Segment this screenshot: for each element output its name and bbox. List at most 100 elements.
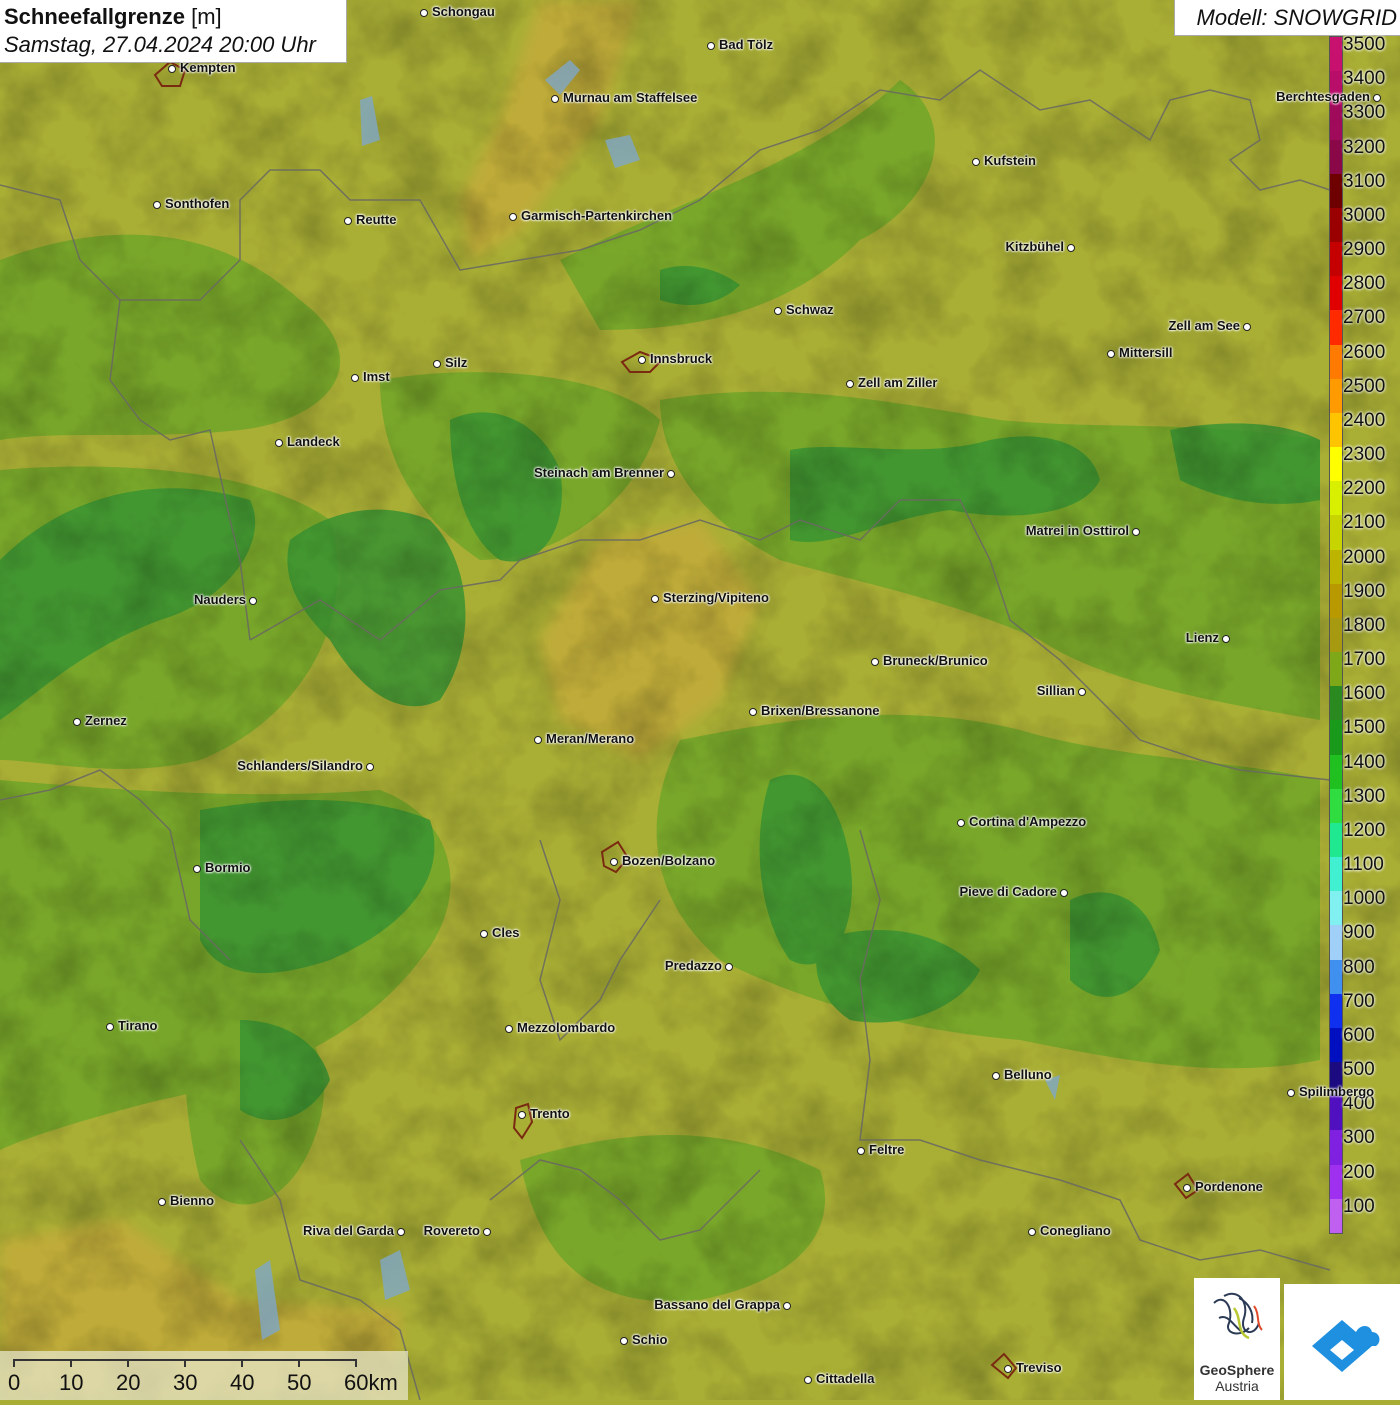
city-label[interactable]: Belluno — [1004, 1067, 1052, 1082]
city-label[interactable]: Mezzolombardo — [517, 1020, 615, 1035]
city-marker-icon[interactable] — [992, 1072, 1000, 1080]
city-label[interactable]: Zernez — [85, 713, 127, 728]
city-marker-icon[interactable] — [651, 595, 659, 603]
city-label[interactable]: Bozen/Bolzano — [622, 853, 715, 868]
city-label[interactable]: Berchtesgaden — [1276, 89, 1370, 104]
city-label[interactable]: Sonthofen — [165, 196, 229, 211]
city-marker-icon[interactable] — [804, 1376, 812, 1384]
city-label[interactable]: Cittadella — [816, 1371, 875, 1386]
city-marker-icon[interactable] — [707, 42, 715, 50]
city-marker-icon[interactable] — [73, 718, 81, 726]
city-label[interactable]: Brixen/Bressanone — [761, 703, 880, 718]
city-marker-icon[interactable] — [957, 819, 965, 827]
city-marker-icon[interactable] — [1222, 635, 1230, 643]
city-marker-icon[interactable] — [871, 658, 879, 666]
city-label[interactable]: Spilimbergo — [1299, 1084, 1374, 1099]
city-label[interactable]: Feltre — [869, 1142, 904, 1157]
city-label[interactable]: Bad Tölz — [719, 37, 773, 52]
city-marker-icon[interactable] — [366, 763, 374, 771]
city-label[interactable]: Matrei in Osttirol — [1026, 523, 1129, 538]
city-label[interactable]: Nauders — [194, 592, 246, 607]
city-marker-icon[interactable] — [749, 708, 757, 716]
city-marker-icon[interactable] — [153, 201, 161, 209]
city-label[interactable]: Cles — [492, 925, 519, 940]
city-marker-icon[interactable] — [344, 217, 352, 225]
city-label[interactable]: Bienno — [170, 1193, 214, 1208]
city-label[interactable]: Zell am Ziller — [858, 375, 937, 390]
city-label[interactable]: Bassano del Grappa — [654, 1297, 780, 1312]
city-marker-icon[interactable] — [1373, 94, 1381, 102]
city-label[interactable]: Schio — [632, 1332, 667, 1347]
city-marker-icon[interactable] — [774, 307, 782, 315]
city-marker-icon[interactable] — [610, 858, 618, 866]
city-label[interactable]: Schlanders/Silandro — [237, 758, 363, 773]
city-marker-icon[interactable] — [1132, 528, 1140, 536]
city-marker-icon[interactable] — [1183, 1184, 1191, 1192]
city-label[interactable]: Rovereto — [424, 1223, 480, 1238]
city-marker-icon[interactable] — [483, 1228, 491, 1236]
city-label[interactable]: Trento — [530, 1106, 570, 1121]
city-marker-icon[interactable] — [1067, 244, 1075, 252]
city-label[interactable]: Conegliano — [1040, 1223, 1111, 1238]
city-label[interactable]: Pordenone — [1195, 1179, 1263, 1194]
city-marker-icon[interactable] — [725, 963, 733, 971]
city-marker-icon[interactable] — [846, 380, 854, 388]
city-marker-icon[interactable] — [1243, 323, 1251, 331]
city-label[interactable]: Murnau am Staffelsee — [563, 90, 697, 105]
city-label[interactable]: Predazzo — [665, 958, 722, 973]
city-marker-icon[interactable] — [433, 360, 441, 368]
city-marker-icon[interactable] — [972, 158, 980, 166]
city-label[interactable]: Silz — [445, 355, 467, 370]
city-marker-icon[interactable] — [193, 865, 201, 873]
city-marker-icon[interactable] — [397, 1228, 405, 1236]
city-label[interactable]: Treviso — [1016, 1360, 1062, 1375]
city-marker-icon[interactable] — [857, 1147, 865, 1155]
city-label[interactable]: Garmisch-Partenkirchen — [521, 208, 672, 223]
city-label[interactable]: Cortina d'Ampezzo — [969, 814, 1086, 829]
city-marker-icon[interactable] — [1287, 1089, 1295, 1097]
weather-app-logo[interactable] — [1284, 1284, 1400, 1400]
city-label[interactable]: Schwaz — [786, 302, 834, 317]
city-label[interactable]: Kufstein — [984, 153, 1036, 168]
city-marker-icon[interactable] — [249, 597, 257, 605]
city-marker-icon[interactable] — [158, 1198, 166, 1206]
city-label[interactable]: Pieve di Cadore — [959, 884, 1057, 899]
city-label[interactable]: Meran/Merano — [546, 731, 634, 746]
city-label[interactable]: Lienz — [1186, 630, 1219, 645]
city-label[interactable]: Riva del Garda — [303, 1223, 394, 1238]
city-marker-icon[interactable] — [534, 736, 542, 744]
city-label[interactable]: Innsbruck — [650, 351, 712, 366]
city-label[interactable]: Schongau — [432, 4, 495, 19]
city-marker-icon[interactable] — [1078, 688, 1086, 696]
city-marker-icon[interactable] — [505, 1025, 513, 1033]
city-marker-icon[interactable] — [667, 470, 675, 478]
city-label[interactable]: Tirano — [118, 1018, 158, 1033]
city-marker-icon[interactable] — [518, 1111, 526, 1119]
city-marker-icon[interactable] — [509, 213, 517, 221]
city-label[interactable]: Steinach am Brenner — [534, 465, 664, 480]
city-label[interactable]: Imst — [363, 369, 390, 384]
city-label[interactable]: Landeck — [287, 434, 340, 449]
city-label[interactable]: Sillian — [1037, 683, 1075, 698]
geosphere-logo[interactable]: GeoSphere Austria — [1194, 1278, 1280, 1400]
city-marker-icon[interactable] — [620, 1337, 628, 1345]
city-marker-icon[interactable] — [1107, 350, 1115, 358]
city-label[interactable]: Bormio — [205, 860, 251, 875]
city-label[interactable]: Kempten — [180, 60, 236, 75]
city-label[interactable]: Zell am See — [1168, 318, 1240, 333]
city-marker-icon[interactable] — [638, 356, 646, 364]
city-label[interactable]: Kitzbühel — [1006, 239, 1065, 254]
city-label[interactable]: Sterzing/Vipiteno — [663, 590, 769, 605]
city-marker-icon[interactable] — [1004, 1365, 1012, 1373]
city-label[interactable]: Mittersill — [1119, 345, 1172, 360]
city-label[interactable]: Reutte — [356, 212, 396, 227]
city-marker-icon[interactable] — [351, 374, 359, 382]
city-marker-icon[interactable] — [1060, 889, 1068, 897]
city-marker-icon[interactable] — [783, 1302, 791, 1310]
city-marker-icon[interactable] — [275, 439, 283, 447]
city-marker-icon[interactable] — [551, 95, 559, 103]
city-label[interactable]: Bruneck/Brunico — [883, 653, 988, 668]
city-marker-icon[interactable] — [480, 930, 488, 938]
city-marker-icon[interactable] — [1028, 1228, 1036, 1236]
city-marker-icon[interactable] — [106, 1023, 114, 1031]
